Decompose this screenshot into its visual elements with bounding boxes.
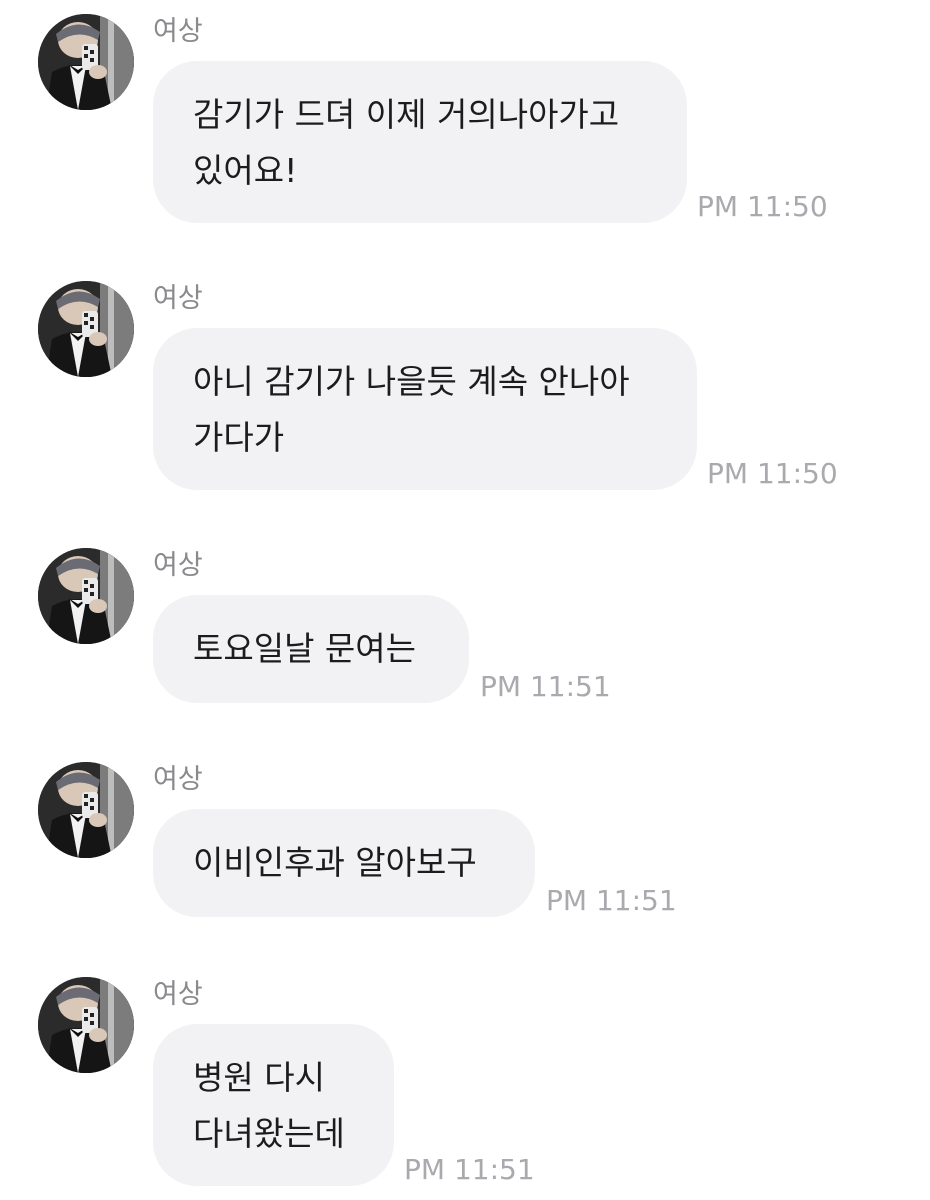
message-bubble[interactable]: 병원 다시 다녀왔는데	[153, 1024, 394, 1186]
message-bubble[interactable]: 토요일날 문여는	[153, 595, 469, 703]
avatar[interactable]	[38, 14, 134, 110]
sender-name: 여상	[153, 764, 203, 795]
chat-thread: 여상 감기가 드뎌 이제 거의나아가고 있어요! PM 11:50 여상 아니 …	[0, 0, 930, 1200]
message-time: PM 11:50	[707, 457, 838, 490]
avatar-photo-icon	[38, 14, 134, 110]
message-bubble[interactable]: 아니 감기가 나을듯 계속 안나아 가다가	[153, 328, 697, 490]
avatar[interactable]	[38, 281, 134, 377]
message-time: PM 11:50	[697, 190, 828, 223]
avatar[interactable]	[38, 548, 134, 644]
sender-name: 여상	[153, 979, 203, 1010]
avatar[interactable]	[38, 977, 134, 1073]
message-time: PM 11:51	[404, 1153, 535, 1186]
message-bubble[interactable]: 감기가 드뎌 이제 거의나아가고 있어요!	[153, 61, 687, 223]
sender-name: 여상	[153, 283, 203, 314]
avatar-photo-icon	[38, 762, 134, 858]
sender-name: 여상	[153, 550, 203, 581]
message-bubble[interactable]: 이비인후과 알아보구	[153, 809, 535, 917]
avatar-photo-icon	[38, 281, 134, 377]
avatar-photo-icon	[38, 977, 134, 1073]
message-time: PM 11:51	[480, 670, 611, 703]
avatar[interactable]	[38, 762, 134, 858]
sender-name: 여상	[153, 16, 203, 47]
message-time: PM 11:51	[546, 884, 677, 917]
avatar-photo-icon	[38, 548, 134, 644]
